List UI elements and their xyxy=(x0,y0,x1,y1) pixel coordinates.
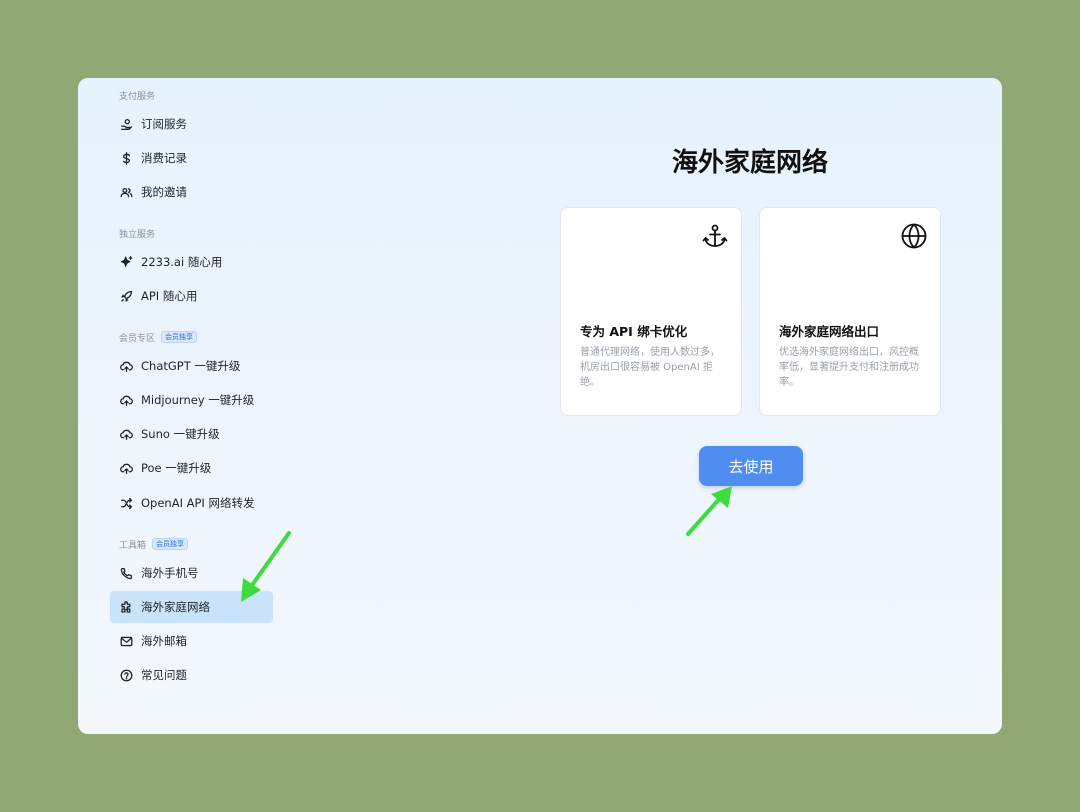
sidebar-item-chatgpt-upgrade[interactable]: ChatGPT 一键升级 xyxy=(110,350,273,382)
cloud-upload-icon xyxy=(119,359,133,373)
member-badge: 会员独享 xyxy=(161,331,198,343)
mail-icon xyxy=(119,634,133,648)
puzzle-icon xyxy=(119,600,133,614)
card-description: 优选海外家庭网络出口，风控概率低，显著提升支付和注册成功率。 xyxy=(779,347,919,388)
sidebar-item-label: 海外手机号 xyxy=(141,566,199,580)
shuffle-icon xyxy=(119,496,133,510)
sidebar-item-overseas-mail[interactable]: 海外邮箱 xyxy=(110,625,273,657)
cloud-upload-icon xyxy=(119,461,133,475)
hand-coin-icon xyxy=(119,117,133,131)
sidebar-item-suno-upgrade[interactable]: Suno 一键升级 xyxy=(110,418,273,450)
sidebar-item-invites[interactable]: 我的邀请 xyxy=(110,176,273,208)
globe-icon xyxy=(900,222,928,250)
sidebar-item-label: Poe 一键升级 xyxy=(141,461,212,475)
sidebar-item-label: 海外邮箱 xyxy=(141,634,187,648)
sidebar-item-label: 2233.ai 随心用 xyxy=(141,255,223,269)
sparkle-icon xyxy=(119,255,133,269)
anchor-icon xyxy=(701,222,729,250)
card-title: 专为 API 绑卡优化 xyxy=(580,324,688,339)
sidebar-item-label: 我的邀请 xyxy=(141,185,187,199)
card-description: 普通代理网络，使用人数过多，机房出口很容易被 OpenAI 拒绝。 xyxy=(580,347,720,388)
member-badge: 会员独享 xyxy=(152,538,189,550)
sidebar-item-label: 常见问题 xyxy=(141,668,187,682)
sidebar-item-label: API 随心用 xyxy=(141,289,198,303)
sidebar-item-label: OpenAI API 网络转发 xyxy=(141,496,255,510)
card-title: 海外家庭网络出口 xyxy=(779,324,880,339)
section-label-independent: 独立服务 xyxy=(119,229,156,240)
dollar-icon xyxy=(119,151,133,165)
sidebar-item-label: ChatGPT 一键升级 xyxy=(141,359,241,373)
sidebar-item-label: Midjourney 一键升级 xyxy=(141,393,255,407)
page-title: 海外家庭网络 xyxy=(671,148,828,178)
section-label-member: 会员专区 会员独享 xyxy=(119,330,198,344)
rocket-icon xyxy=(119,289,133,303)
sidebar-item-label: Suno 一键升级 xyxy=(141,427,220,441)
section-label-payment: 支付服务 xyxy=(119,91,156,102)
sidebar-item-2233ai[interactable]: 2233.ai 随心用 xyxy=(110,246,273,278)
sidebar-item-home-network[interactable]: 海外家庭网络 xyxy=(110,591,273,623)
feature-card-api: 专为 API 绑卡优化 普通代理网络，使用人数过多，机房出口很容易被 OpenA… xyxy=(560,207,742,416)
sidebar: 支付服务 订阅服务 消费记录 我的邀请 独立服务 2233.ai 随心用 API… xyxy=(78,78,288,734)
use-button[interactable]: 去使用 xyxy=(699,446,803,486)
section-label-toolbox: 工具箱 会员独享 xyxy=(119,537,189,551)
cloud-upload-icon xyxy=(119,427,133,441)
cloud-upload-icon xyxy=(119,393,133,407)
sidebar-item-label: 消费记录 xyxy=(141,151,187,165)
users-icon xyxy=(119,185,133,199)
sidebar-item-overseas-phone[interactable]: 海外手机号 xyxy=(110,557,273,589)
sidebar-item-api[interactable]: API 随心用 xyxy=(110,280,273,312)
sidebar-item-label: 海外家庭网络 xyxy=(141,600,210,614)
sidebar-item-poe-upgrade[interactable]: Poe 一键升级 xyxy=(110,452,273,484)
sidebar-item-faq[interactable]: 常见问题 xyxy=(110,659,273,691)
sidebar-item-openai-api-proxy[interactable]: OpenAI API 网络转发 xyxy=(110,487,273,519)
sidebar-item-label: 订阅服务 xyxy=(141,117,187,131)
sidebar-item-subscription[interactable]: 订阅服务 xyxy=(110,108,273,140)
help-circle-icon xyxy=(119,668,133,682)
app-window: 支付服务 订阅服务 消费记录 我的邀请 独立服务 2233.ai 随心用 API… xyxy=(78,78,1002,734)
feature-card-home-network: 海外家庭网络出口 优选海外家庭网络出口，风控概率低，显著提升支付和注册成功率。 xyxy=(759,207,941,416)
sidebar-item-midjourney-upgrade[interactable]: Midjourney 一键升级 xyxy=(110,384,273,416)
sidebar-item-spending[interactable]: 消费记录 xyxy=(110,142,273,174)
phone-icon xyxy=(119,566,133,580)
